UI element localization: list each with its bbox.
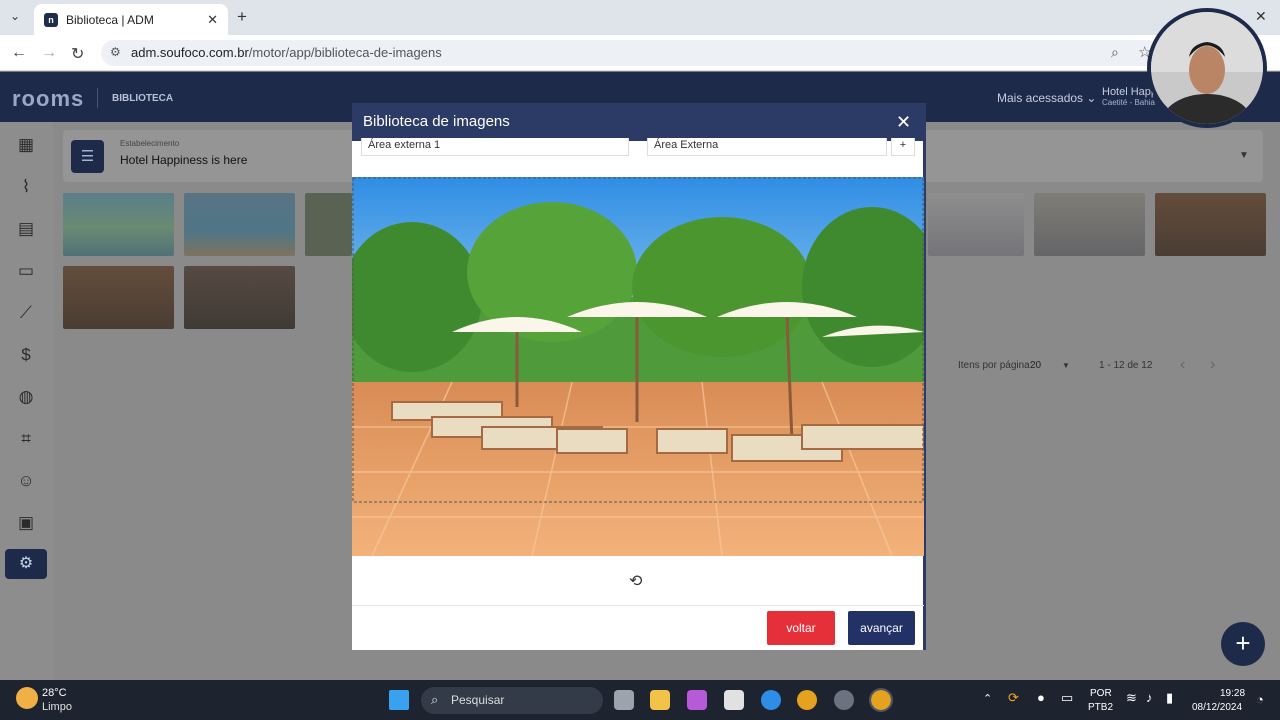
wifi-icon[interactable]: ≋ (1126, 690, 1137, 706)
weather-temp[interactable]: 28°C (42, 687, 67, 699)
clock-date: 08/12/2024 (1192, 702, 1243, 713)
image-thumbnail[interactable] (184, 266, 295, 329)
site-info-icon[interactable]: ⚙ (110, 45, 121, 59)
chrome-active-icon[interactable] (869, 688, 893, 712)
image-thumbnail[interactable] (928, 193, 1024, 256)
pool-deck-photo (352, 177, 924, 556)
filter-sliders-icon[interactable]: ☰ (71, 140, 104, 173)
webcam-overlay (1147, 8, 1267, 128)
image-name-field[interactable]: Área externa 1 (361, 138, 629, 156)
forward-icon[interactable]: → (41, 44, 57, 62)
image-crop-area[interactable] (352, 177, 924, 556)
smile-icon[interactable]: ☺ (14, 469, 38, 493)
header-divider (97, 88, 98, 108)
back-button[interactable]: voltar (767, 611, 835, 645)
tab-title: Biblioteca | ADM (66, 12, 154, 27)
chrome-icon[interactable] (797, 690, 817, 710)
next-page-icon[interactable]: › (1210, 356, 1215, 374)
card-icon[interactable]: ▭ (14, 259, 38, 283)
hotel-name[interactable]: Hotel Happ (1102, 86, 1157, 98)
taskbar-search[interactable]: Pesquisar (421, 687, 603, 714)
start-icon[interactable] (389, 690, 409, 710)
close-icon[interactable]: ✕ (896, 112, 911, 132)
url-path: /motor/app/biblioteca-de-imagens (248, 45, 442, 60)
add-category-button[interactable]: + (891, 138, 915, 156)
image-thumbnail[interactable] (63, 193, 174, 256)
weather-status: Limpo (42, 701, 72, 713)
plus-icon[interactable]: + (1221, 622, 1265, 666)
items-per-page-select[interactable]: 20 (1030, 360, 1041, 371)
copilot-icon[interactable] (687, 690, 707, 710)
mic-icon[interactable]: ● (1037, 690, 1045, 705)
tab-list-icon[interactable]: ⌄ (10, 9, 20, 23)
modal-footer-divider (352, 605, 924, 606)
monitor-icon[interactable]: ▣ (14, 511, 38, 535)
sync-icon[interactable]: ⟳ (1008, 690, 1019, 706)
task-view-icon[interactable] (614, 690, 634, 710)
search-icon: ⌕ (431, 692, 439, 707)
calendar-icon[interactable]: ▦ (14, 133, 38, 157)
image-thumbnail[interactable] (305, 193, 352, 256)
establishment-label: Estabelecimento (120, 139, 180, 148)
zoom-icon[interactable]: ⌕ (1111, 44, 1119, 61)
presenter-avatar (1151, 12, 1263, 124)
app-icon[interactable] (724, 690, 744, 710)
most-accessed-menu[interactable]: Mais acessados ⌄ (997, 91, 1096, 105)
chevron-down-icon: ⌄ (1086, 91, 1097, 105)
image-thumbnail[interactable] (1034, 193, 1145, 256)
tray-chevron-icon[interactable]: ⌃ (983, 692, 992, 705)
select-caret-icon[interactable]: ▼ (1239, 150, 1249, 161)
image-thumbnail[interactable] (1155, 193, 1266, 256)
image-category-field[interactable]: Área Externa (647, 138, 887, 156)
windows-taskbar (0, 680, 1280, 720)
pagination-range: 1 - 12 de 12 (1099, 360, 1153, 371)
scan-icon[interactable]: ⌗ (14, 427, 38, 451)
globe-icon[interactable]: ◍ (14, 385, 38, 409)
volume-icon[interactable]: ♪ (1146, 690, 1153, 705)
reload-icon[interactable]: ↻ (71, 44, 84, 64)
user-settings-icon[interactable]: ⚙ (5, 549, 47, 579)
modal-title: Biblioteca de imagens (352, 103, 926, 141)
new-tab-icon[interactable]: + (237, 7, 247, 27)
favicon-icon: n (44, 12, 58, 27)
language-indicator[interactable]: POR (1090, 688, 1112, 699)
clock-time[interactable]: 19:28 (1220, 688, 1245, 699)
back-icon[interactable]: ← (11, 44, 27, 62)
document-icon[interactable]: ▤ (14, 217, 38, 241)
browser-tab[interactable]: n Biblioteca | ADM ✕ (34, 4, 228, 35)
weather-icon[interactable] (16, 687, 38, 709)
items-caret-icon[interactable]: ▼ (1062, 361, 1070, 370)
battery-icon[interactable]: ▮ (1166, 690, 1173, 706)
section-title: BIBLIOTECA (112, 93, 174, 104)
prev-page-icon[interactable]: ‹ (1180, 356, 1185, 374)
display-icon[interactable]: ▭ (1061, 690, 1073, 706)
file-explorer-icon[interactable] (650, 690, 670, 710)
obs-icon[interactable] (834, 690, 854, 710)
window-close-icon[interactable]: ✕ (1255, 8, 1267, 25)
notifications-icon[interactable]: ◔ (1256, 692, 1264, 707)
hotel-city: Caetité - Bahia (1102, 98, 1155, 107)
tab-close-icon[interactable]: ✕ (207, 12, 218, 28)
items-per-page-label: Itens por página: (958, 360, 1033, 371)
reset-icon[interactable]: ⟲ (629, 571, 642, 591)
edge-icon[interactable] (761, 690, 781, 710)
image-thumbnail[interactable] (63, 266, 174, 329)
attachment-icon[interactable]: ⌇ (14, 175, 38, 199)
keyboard-layout: PTB2 (1088, 702, 1114, 713)
most-accessed-label: Mais acessados (997, 91, 1084, 105)
image-thumbnail[interactable] (184, 193, 295, 256)
establishment-select[interactable]: Hotel Happiness is here (120, 153, 247, 167)
url-bar[interactable]: adm.soufoco.com.br/motor/app/biblioteca-… (101, 40, 1161, 66)
next-button[interactable]: avançar (848, 611, 915, 645)
money-icon[interactable]: $ (14, 343, 38, 367)
rooms-logo: rooms (12, 86, 85, 111)
url-host: adm.soufoco.com.br (131, 45, 249, 60)
chart-icon[interactable]: ⟋ (14, 301, 38, 325)
